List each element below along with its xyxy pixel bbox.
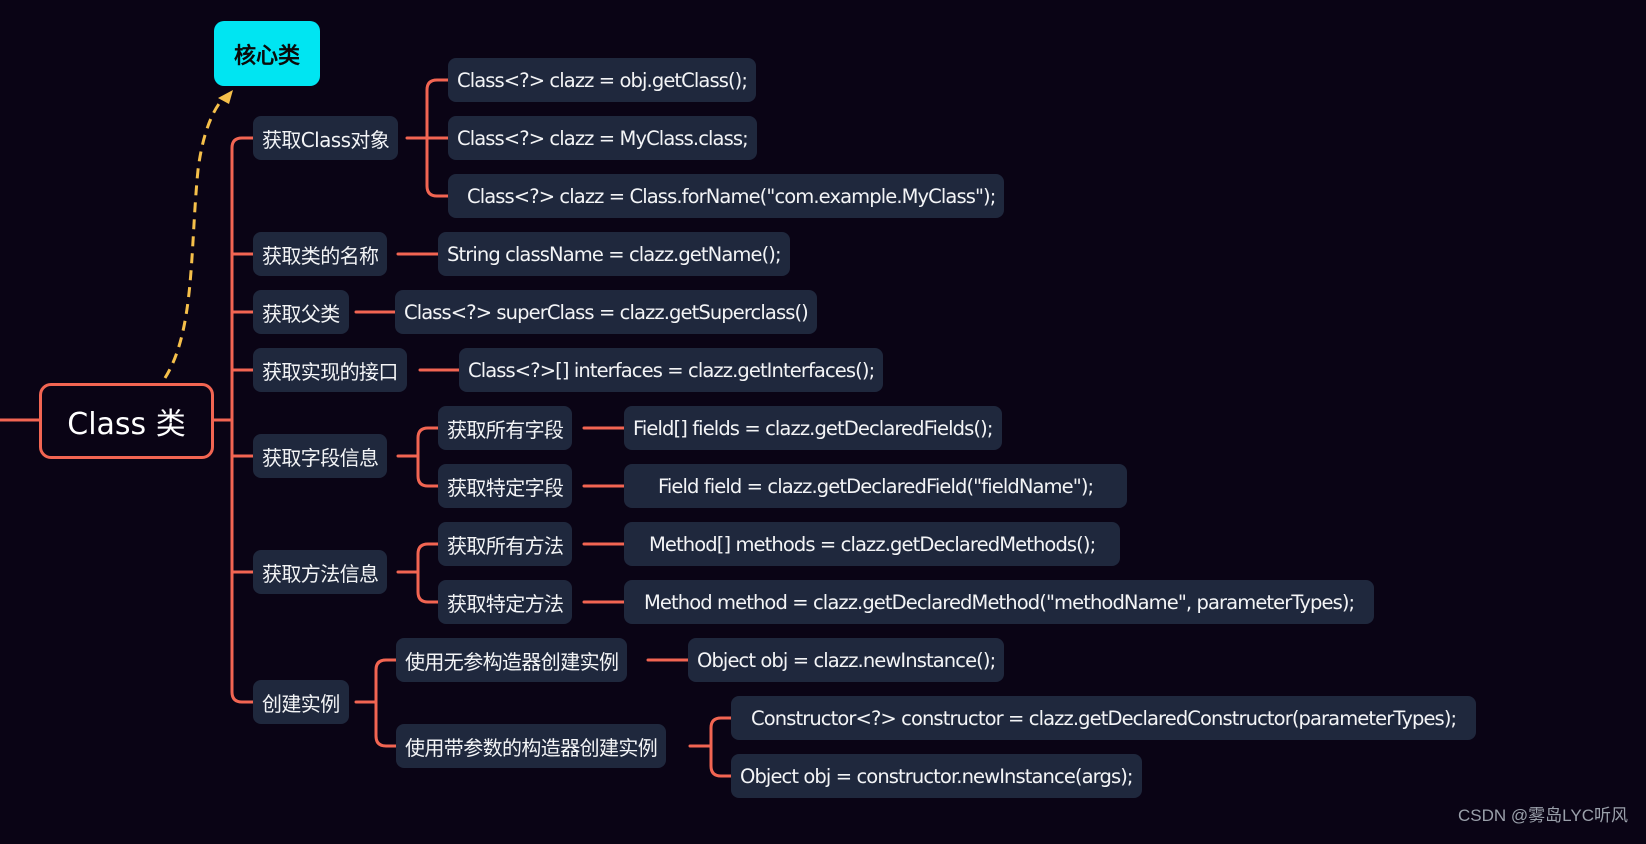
node-get-all-methods[interactable]: 获取所有方法 [438,522,573,566]
node-create-instance[interactable]: 创建实例 [253,680,349,724]
node-get-all-fields[interactable]: 获取所有字段 [438,406,573,450]
code-get-declared-methods[interactable]: Method[] methods = clazz.getDeclaredMeth… [624,522,1121,566]
connector-spine [230,136,255,704]
node-no-arg-constructor[interactable]: 使用无参构造器创建实例 [396,638,628,682]
node-method-info[interactable]: 获取方法信息 [253,550,388,594]
code-get-superclass[interactable]: Class<?> superClass = clazz.getSuperclas… [395,290,817,334]
root-node-class[interactable]: Class 类 [39,383,214,459]
code-constructor-new-instance[interactable]: Object obj = constructor.newInstance(arg… [731,754,1142,798]
code-class-literal[interactable]: Class<?> clazz = MyClass.class; [448,116,757,160]
arrowhead-icon [218,90,233,104]
node-get-interfaces[interactable]: 获取实现的接口 [253,348,407,392]
code-get-declared-method[interactable]: Method method = clazz.getDeclaredMethod(… [624,580,1375,624]
node-get-class-object[interactable]: 获取Class对象 [253,116,399,160]
node-get-specific-method[interactable]: 获取特定方法 [438,580,573,624]
relation-arrow [163,94,228,379]
code-get-declared-fields[interactable]: Field[] fields = clazz.getDeclaredFields… [624,406,1002,450]
code-get-name[interactable]: String className = clazz.getName(); [438,232,790,276]
watermark: CSDN @雾岛LYC听风 [1458,806,1628,825]
node-arg-constructor[interactable]: 使用带参数的构造器创建实例 [396,724,667,768]
node-get-class-name[interactable]: 获取类的名称 [253,232,388,276]
code-get-declared-constructor[interactable]: Constructor<?> constructor = clazz.getDe… [731,696,1477,740]
code-for-name[interactable]: Class<?> clazz = Class.forName("com.exam… [448,174,1005,218]
code-get-declared-field[interactable]: Field field = clazz.getDeclaredField("fi… [624,464,1128,508]
node-get-superclass[interactable]: 获取父类 [253,290,349,334]
core-class-tag[interactable]: 核心类 [214,21,320,86]
node-get-specific-field[interactable]: 获取特定字段 [438,464,573,508]
code-new-instance[interactable]: Object obj = clazz.newInstance(); [688,638,1005,682]
node-field-info[interactable]: 获取字段信息 [253,434,388,478]
code-get-class[interactable]: Class<?> clazz = obj.getClass(); [448,58,757,102]
code-get-interfaces[interactable]: Class<?>[] interfaces = clazz.getInterfa… [459,348,884,392]
